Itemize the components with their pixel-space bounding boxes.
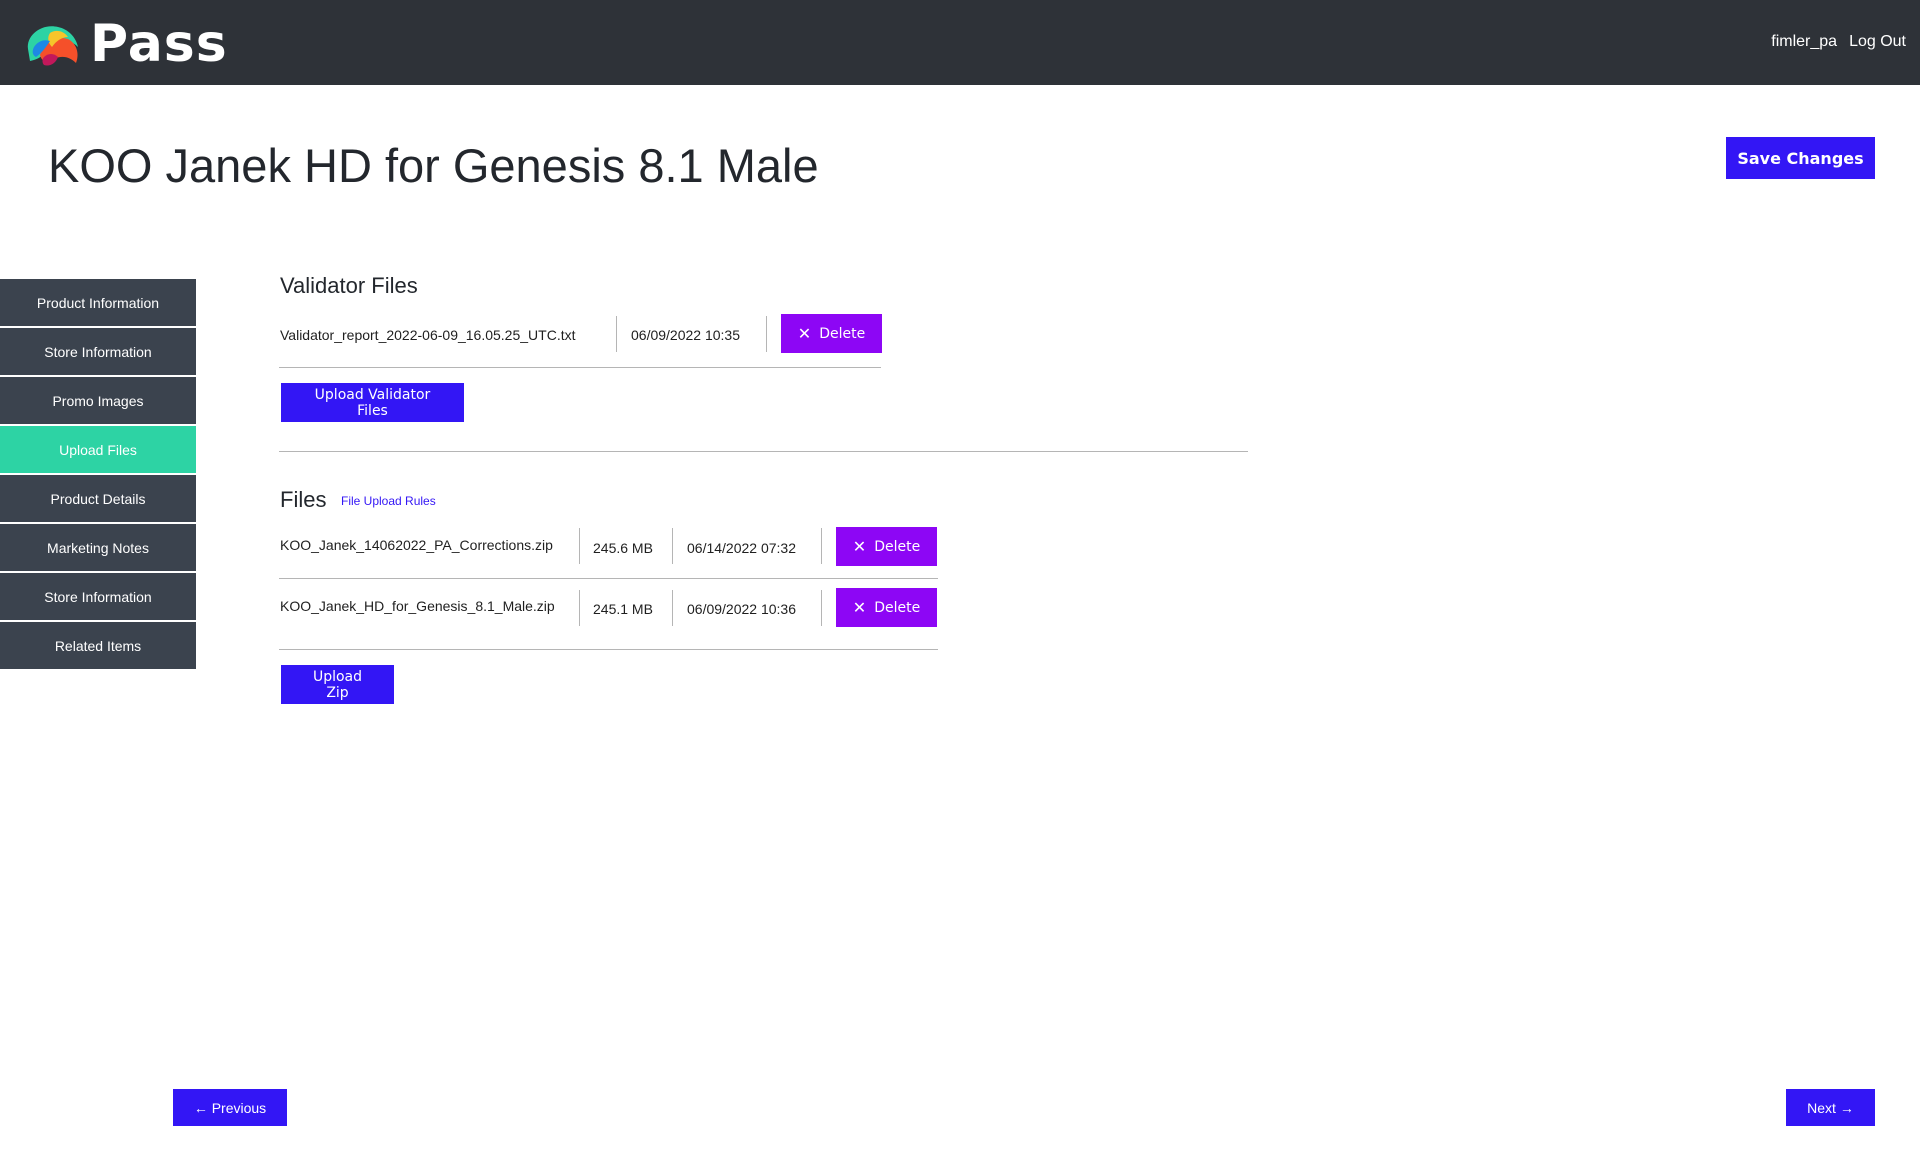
column-divider: [766, 316, 767, 352]
row-divider: [279, 367, 881, 368]
sidebar-item-store-information[interactable]: Store Information: [0, 328, 196, 375]
close-icon: ✕: [797, 323, 812, 343]
top-header: Pass fimler_pa Log Out: [0, 0, 1920, 85]
file-date: 06/09/2022 10:36: [687, 601, 796, 617]
column-divider: [672, 528, 673, 564]
validator-files-heading: Validator Files: [280, 273, 418, 298]
delete-validator-file-button[interactable]: ✕ Delete: [781, 314, 882, 353]
file-size: 245.1 MB: [593, 601, 653, 617]
column-divider: [821, 528, 822, 564]
page-title: KOO Janek HD for Genesis 8.1 Male: [48, 139, 819, 192]
delete-label: Delete: [874, 538, 921, 555]
file-size: 245.6 MB: [593, 540, 653, 556]
sidebar-item-store-information-2[interactable]: Store Information: [0, 573, 196, 620]
delete-label: Delete: [819, 325, 866, 342]
save-changes-button[interactable]: Save Changes: [1726, 137, 1875, 179]
app-name: Pass: [90, 14, 228, 74]
app-logo[interactable]: Pass: [20, 14, 228, 74]
close-icon: ✕: [852, 536, 867, 556]
column-divider: [672, 590, 673, 626]
column-divider: [579, 590, 580, 626]
delete-label: Delete: [874, 599, 921, 616]
upload-zip-button[interactable]: Upload Zip: [281, 665, 394, 704]
sidebar-item-marketing-notes[interactable]: Marketing Notes: [0, 524, 196, 571]
validator-file-date: 06/09/2022 10:35: [631, 327, 740, 343]
sidebar-item-upload-files[interactable]: Upload Files: [0, 426, 196, 473]
section-divider: [279, 451, 1248, 452]
row-divider: [279, 578, 938, 579]
sidebar-nav: Product Information Store Information Pr…: [0, 279, 196, 671]
next-button[interactable]: Next →: [1786, 1089, 1875, 1126]
delete-file-button[interactable]: ✕ Delete: [836, 527, 937, 566]
delete-file-button[interactable]: ✕ Delete: [836, 588, 937, 627]
file-name: KOO_Janek_14062022_PA_Corrections.zip: [280, 537, 553, 553]
sidebar-item-related-items[interactable]: Related Items: [0, 622, 196, 669]
sidebar-item-promo-images[interactable]: Promo Images: [0, 377, 196, 424]
column-divider: [821, 590, 822, 626]
file-date: 06/14/2022 07:32: [687, 540, 796, 556]
previous-button[interactable]: ← Previous: [173, 1089, 287, 1126]
close-icon: ✕: [852, 597, 867, 617]
pass-logo-icon: [27, 26, 79, 66]
logout-link[interactable]: Log Out: [1849, 33, 1906, 51]
row-divider: [279, 649, 938, 650]
username-link[interactable]: fimler_pa: [1771, 33, 1837, 51]
column-divider: [616, 316, 617, 352]
file-name: KOO_Janek_HD_for_Genesis_8.1_Male.zip: [280, 598, 555, 614]
files-heading: Files: [280, 487, 327, 512]
sidebar-item-product-details[interactable]: Product Details: [0, 475, 196, 522]
sidebar-item-product-information[interactable]: Product Information: [0, 279, 196, 326]
upload-validator-files-button[interactable]: Upload Validator Files: [281, 383, 464, 422]
column-divider: [579, 528, 580, 564]
file-upload-rules-link[interactable]: File Upload Rules: [341, 494, 436, 508]
user-menu: fimler_pa Log Out: [1771, 33, 1906, 51]
validator-file-name: Validator_report_2022-06-09_16.05.25_UTC…: [280, 327, 576, 343]
